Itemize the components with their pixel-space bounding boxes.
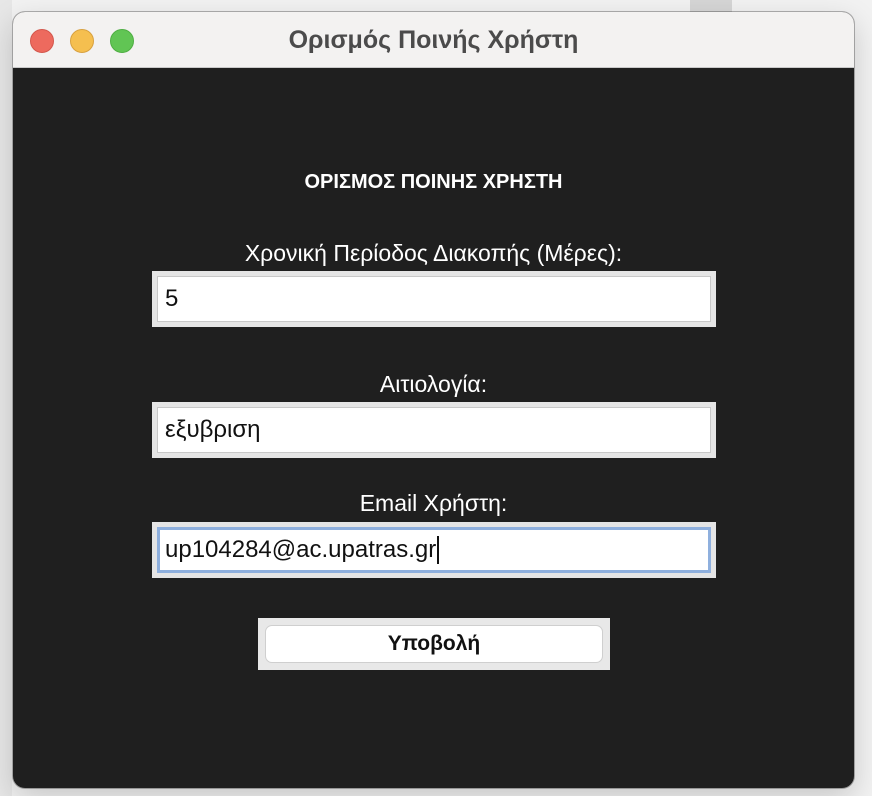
submit-button[interactable]: Υποβολή (265, 625, 603, 663)
desktop-background (0, 0, 12, 796)
reason-field-frame (152, 402, 716, 458)
email-field-frame: up104284@ac.upatras.gr (152, 522, 716, 578)
text-caret (437, 536, 440, 564)
form-heading: ΟΡΙΣΜΟΣ ΠΟΙΝΗΣ ΧΡΗΣΤΗ (304, 171, 563, 193)
email-input-value: up104284@ac.upatras.gr (165, 536, 437, 563)
window-title: Ορισμός Ποινής Χρήστη (288, 26, 579, 54)
submit-button-frame: Υποβολή (258, 618, 610, 670)
form-content: ΟΡΙΣΜΟΣ ΠΟΙΝΗΣ ΧΡΗΣΤΗ Χρονική Περίοδος Δ… (13, 68, 854, 788)
desktop-background-strip (690, 0, 732, 12)
period-label: Χρονική Περίοδος Διακοπής (Μέρες): (244, 240, 623, 266)
reason-label: Αιτιολογία: (379, 371, 488, 397)
period-field-frame (152, 271, 716, 327)
email-input[interactable]: up104284@ac.upatras.gr (157, 527, 711, 573)
title-bar[interactable]: Ορισμός Ποινής Χρήστη (13, 12, 854, 68)
reason-input[interactable] (157, 407, 711, 453)
period-input[interactable] (157, 276, 711, 322)
dialog-window: Ορισμός Ποινής Χρήστη ΟΡΙΣΜΟΣ ΠΟΙΝΗΣ ΧΡΗ… (13, 12, 854, 788)
email-label: Email Χρήστη: (359, 490, 508, 516)
